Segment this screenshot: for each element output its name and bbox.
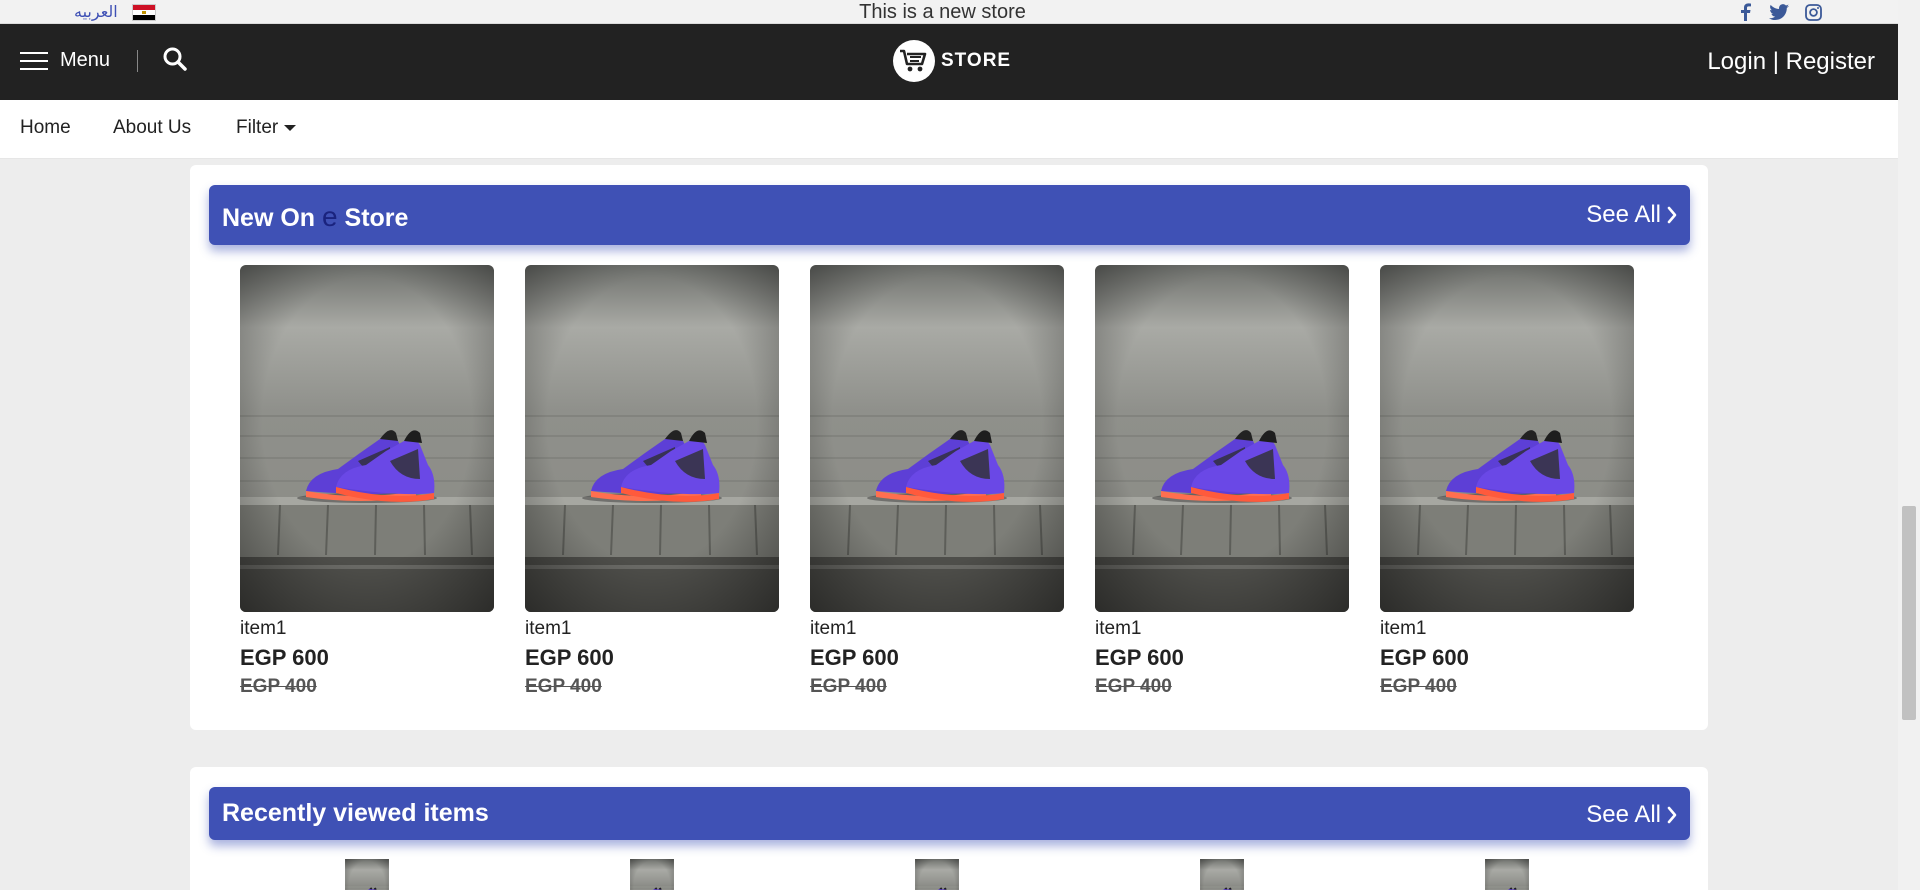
product-old-price: EGP 400 [525,676,602,697]
product-price: EGP 600 [1095,645,1184,670]
hamburger-icon [20,51,48,70]
menu-label: Menu [60,49,111,71]
product-card[interactable]: item1 EGP 600 EGP 400 [240,265,494,698]
product-price: EGP 600 [1380,645,1469,670]
product-image [1095,859,1349,890]
nav-home[interactable]: Home [20,117,71,139]
logo-text: STORE [941,50,1012,71]
product-card[interactable] [525,859,779,890]
product-card[interactable]: item1 EGP 600 EGP 400 [525,265,779,698]
product-image [525,265,779,612]
chevron-right-icon [1667,806,1677,824]
section-header: New On e Store See All [209,185,1690,245]
product-image [1380,859,1634,890]
cart-logo-icon [893,40,935,82]
product-image [240,265,494,612]
product-card[interactable]: item1 EGP 600 EGP 400 [1095,265,1349,698]
social-links [1733,2,1825,22]
product-card[interactable] [810,859,1064,890]
product-price: EGP 600 [240,645,329,670]
chevron-right-icon [1667,206,1677,224]
product-price: EGP 600 [810,645,899,670]
product-row: item1 EGP 600 EGP 400 item1 EGP 600 EGP … [240,265,1634,698]
main-header: Menu STORE Login | Register [0,24,1898,100]
product-image [810,859,1064,890]
announcement-text: This is a new store [859,1,1026,23]
search-button[interactable] [162,46,190,74]
auth-separator: | [1766,48,1786,75]
nav-about-us[interactable]: About Us [113,117,191,139]
scrollbar-thumb[interactable] [1902,506,1916,720]
title-e-glyph: e [322,201,338,232]
product-price: EGP 600 [525,645,614,670]
login-link[interactable]: Login [1707,48,1766,75]
menu-button[interactable]: Menu [20,49,110,72]
header-divider [137,50,138,72]
recently-viewed-section: Recently viewed items See All [190,767,1708,890]
product-image [1095,265,1349,612]
product-image [240,859,494,890]
see-all-label: See All [1586,801,1661,828]
new-on-store-section: New On e Store See All item1 EGP 600 EGP… [190,165,1708,730]
product-card[interactable]: item1 EGP 600 EGP 400 [1380,265,1634,698]
top-announcement-bar: This is a new store العربيه [0,0,1898,24]
product-card[interactable] [1095,859,1349,890]
see-all-link[interactable]: See All [1586,801,1677,829]
see-all-link[interactable]: See All [1586,201,1677,229]
product-name: item1 [1380,618,1427,639]
instagram-icon[interactable] [1801,2,1825,22]
product-card[interactable]: item1 EGP 600 EGP 400 [810,265,1064,698]
language-switch[interactable]: العربيه [74,0,156,24]
product-row [240,859,1634,890]
twitter-icon[interactable] [1767,2,1791,22]
navigation-bar: Home About Us Filter [0,100,1898,159]
nav-filter-label: Filter [236,117,279,138]
product-old-price: EGP 400 [1380,676,1457,697]
page-scrollbar[interactable] [1898,0,1920,890]
register-link[interactable]: Register [1786,48,1875,75]
product-old-price: EGP 400 [810,676,887,697]
store-logo[interactable]: STORE [893,40,1011,82]
product-name: item1 [525,618,572,639]
section-title: Recently viewed items [222,799,489,827]
language-label: العربيه [74,4,118,21]
product-old-price: EGP 400 [1095,676,1172,697]
see-all-label: See All [1586,201,1661,228]
facebook-icon[interactable] [1733,2,1757,22]
product-image [1380,265,1634,612]
nav-filter-dropdown[interactable]: Filter [236,117,297,139]
product-name: item1 [810,618,857,639]
section-title: New On e Store [222,201,409,232]
caret-down-icon [284,125,297,131]
section-header: Recently viewed items See All [209,787,1690,840]
product-name: item1 [1095,618,1142,639]
search-icon [163,47,187,71]
product-card[interactable] [240,859,494,890]
auth-links: Login | Register [1707,48,1875,76]
egypt-flag-icon [131,3,156,21]
product-card[interactable] [1380,859,1634,890]
product-image [810,265,1064,612]
product-name: item1 [240,618,287,639]
product-old-price: EGP 400 [240,676,317,697]
product-image [525,859,779,890]
